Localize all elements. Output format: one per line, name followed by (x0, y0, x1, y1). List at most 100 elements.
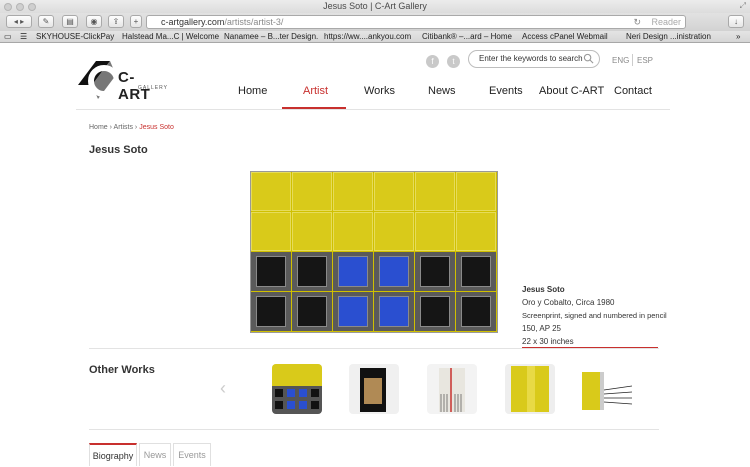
thumbnail-image (582, 372, 632, 410)
bookmark-item[interactable]: Access cPanel Webmail (522, 32, 608, 41)
url-host: c-artgallery.com (161, 17, 225, 27)
window-title: Jesus Soto | C-Art Gallery (323, 1, 427, 11)
artwork-medium: Screenprint, signed and numbered in penc… (522, 311, 667, 320)
artwork-cell (333, 292, 373, 331)
facebook-icon[interactable]: f (426, 55, 439, 68)
artwork-square (380, 257, 408, 286)
lang-spanish[interactable]: ESP (637, 56, 653, 65)
artwork-cell (292, 172, 332, 211)
artwork-cell (374, 212, 414, 251)
artwork-size: 22 x 30 inches (522, 337, 574, 346)
reload-icon[interactable]: ↻ (633, 16, 641, 28)
artwork-square (339, 297, 367, 326)
artwork-cell (251, 252, 291, 291)
breadcrumb: Home › Artists › Jesus Soto (89, 124, 174, 131)
artwork-cell (456, 172, 496, 211)
bookmarks-icon[interactable]: ☰ (20, 32, 27, 41)
other-work-thumbnail[interactable] (272, 364, 322, 414)
artwork-square (462, 257, 490, 286)
nav-divider (76, 109, 670, 110)
artwork-image[interactable] (250, 171, 498, 333)
nav-contact[interactable]: Contact (614, 85, 652, 97)
tools-icon: ✎ (42, 17, 50, 26)
artwork-square (462, 297, 490, 326)
nav-works[interactable]: Works (364, 85, 395, 97)
bookmark-item[interactable]: Neri Design ...inistration (626, 32, 711, 41)
artwork-cell (456, 292, 496, 331)
url-path: /artists/artist-3/ (224, 17, 284, 27)
sidebar-button[interactable]: ▤ (62, 15, 78, 28)
breadcrumb-home[interactable]: Home (89, 124, 108, 131)
artwork-square (421, 257, 449, 286)
web-page: C-ART GALLERY f t Enter the keywords to … (0, 43, 750, 466)
twitter-icon[interactable]: t (447, 55, 460, 68)
chevron-left-icon[interactable]: ‹ (220, 378, 226, 399)
artwork-cell (251, 172, 291, 211)
other-work-thumbnail[interactable] (582, 364, 632, 414)
artwork-cell (333, 252, 373, 291)
bookmarks-bar: ▭ ☰ SKYHOUSE-ClickPay Halstead Ma...C | … (0, 31, 750, 43)
section-divider (89, 429, 659, 430)
tab-biography[interactable]: Biography (89, 443, 137, 466)
back-forward-button[interactable]: ◂ ▸ (6, 15, 32, 28)
thumbnail-image (511, 366, 549, 412)
artwork-cell (292, 292, 332, 331)
more-bookmarks-icon[interactable]: » (736, 32, 740, 41)
nav-events[interactable]: Events (489, 85, 523, 97)
lang-divider (632, 54, 633, 66)
bookmark-item[interactable]: Halstead Ma...C | Welcome (122, 32, 219, 41)
fullscreen-icon[interactable]: ⤢ (740, 1, 746, 11)
bookmark-item[interactable]: https://ww....ankyou.com (324, 32, 411, 41)
artwork-cell (251, 212, 291, 251)
artwork-square (380, 297, 408, 326)
artwork-cell (333, 212, 373, 251)
artwork-cell (333, 172, 373, 211)
artwork-cell (374, 292, 414, 331)
artwork-artist: Jesus Soto (522, 285, 565, 294)
artwork-cell (415, 252, 455, 291)
artwork-cell (374, 172, 414, 211)
search-input[interactable]: Enter the keywords to search (468, 50, 600, 68)
nav-artist[interactable]: Artist (303, 85, 328, 97)
share-button[interactable]: ⇪ (108, 15, 124, 28)
tab-events[interactable]: Events (173, 443, 211, 466)
extensions-button[interactable]: ✎ (38, 15, 54, 28)
nav-news[interactable]: News (428, 85, 456, 97)
sidebar-icon: ▤ (66, 17, 74, 26)
address-bar[interactable]: c-artgallery.com/artists/artist-3/ ↻ Rea… (146, 15, 686, 29)
artwork-cell (415, 172, 455, 211)
artwork-square (257, 257, 285, 286)
thumbnail-image (272, 364, 322, 414)
breadcrumb-current: Jesus Soto (139, 124, 174, 131)
reading-list-icon[interactable]: ▭ (4, 32, 12, 41)
downloads-button[interactable]: ↓ (728, 15, 744, 28)
tab-news[interactable]: News (139, 443, 171, 466)
artwork-cell (415, 212, 455, 251)
download-icon: ↓ (734, 17, 738, 26)
nav-home[interactable]: Home (238, 85, 267, 97)
artwork-square (339, 257, 367, 286)
other-work-thumbnail[interactable] (505, 364, 555, 414)
bookmark-item[interactable]: Nanamee – B...ter Design. (224, 32, 318, 41)
nav-about[interactable]: About C-ART (539, 85, 604, 97)
search-icon[interactable] (583, 53, 594, 64)
back-icon: ◂ (13, 17, 18, 26)
reader-button[interactable]: Reader (651, 16, 681, 28)
plus-icon: + (133, 17, 139, 26)
window-titlebar: Jesus Soto | C-Art Gallery ⤢ (0, 0, 750, 13)
artwork-square (257, 297, 285, 326)
lang-english[interactable]: ENG (612, 56, 629, 65)
other-work-thumbnail[interactable] (427, 364, 477, 414)
artwork-cell (456, 252, 496, 291)
bookmark-item[interactable]: SKYHOUSE-ClickPay (36, 32, 114, 41)
artwork-cell (292, 212, 332, 251)
breadcrumb-artists[interactable]: Artists (114, 124, 133, 131)
artwork-square (298, 297, 326, 326)
other-work-thumbnail[interactable] (349, 364, 399, 414)
artwork-square (298, 257, 326, 286)
bookmark-item[interactable]: Citibank® –...ard – Home (422, 32, 512, 41)
new-tab-button[interactable]: + (130, 15, 142, 28)
site-logo[interactable]: C-ART GALLERY (76, 55, 167, 103)
history-button[interactable]: ◉ (86, 15, 102, 28)
search-placeholder: Enter the keywords to search (479, 54, 583, 63)
